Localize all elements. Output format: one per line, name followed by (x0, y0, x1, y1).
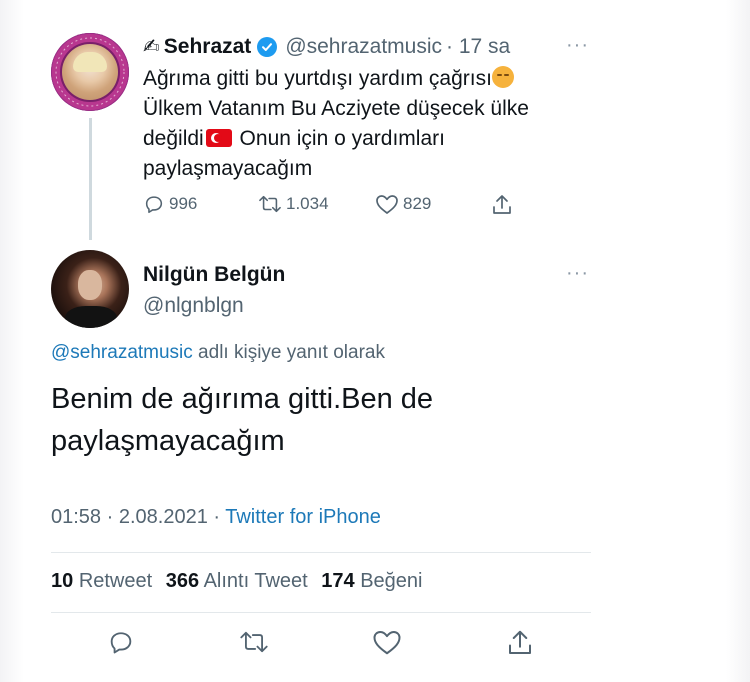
retweet-count: 1.034 (286, 194, 329, 213)
thread-connector-line (89, 118, 92, 240)
turkish-flag-icon (205, 129, 232, 147)
like-button[interactable] (372, 628, 402, 661)
retweet-icon (240, 631, 268, 653)
replying-to-link[interactable]: @sehrazatmusic (51, 342, 193, 363)
more-icon[interactable]: ··· (566, 34, 589, 57)
share-icon (509, 630, 531, 654)
likes-stat-label: Beğeni (360, 570, 423, 592)
reply-text-line1: Benim de ağırıma gitti.Ben de (51, 383, 434, 415)
face-emoji-icon (491, 66, 514, 88)
reply-button[interactable] (107, 628, 135, 661)
reply-text-line2: paylaşmayacağım (51, 425, 285, 457)
retweet-icon (259, 195, 281, 213)
parent-tweet-header: ✍ Sehrazat @sehrazatmusic · 17 sa (143, 34, 510, 59)
sehrazat-avatar[interactable] (51, 33, 129, 111)
parent-author-handle[interactable]: @sehrazatmusic (285, 35, 442, 59)
avatar-face (78, 270, 102, 300)
replying-to-line: @sehrazatmusic adlı kişiye yanıt olarak (51, 342, 385, 364)
meta-separator: · (101, 506, 119, 528)
reply-author-handle[interactable]: @nlgnblgn (143, 294, 244, 318)
nilgun-avatar[interactable] (51, 250, 129, 328)
parent-text-line4: paylaşmayacağım (143, 157, 313, 180)
retweets-stat[interactable]: 10 Retweet (51, 570, 152, 592)
writing-hand-icon: ✍ (143, 36, 160, 58)
parent-tweet-time[interactable]: · 17 sa (446, 35, 510, 59)
likes-stat-count: 174 (321, 570, 355, 592)
reply-author-name[interactable]: Nilgün Belgün (143, 263, 285, 287)
reply-button[interactable]: 996 (143, 193, 197, 215)
divider (51, 552, 591, 553)
share-icon (493, 195, 511, 214)
verified-badge-icon (257, 36, 278, 57)
tweet-meta: 01:58 · 2.08.2021 · Twitter for iPhone (51, 506, 381, 529)
tweet-date[interactable]: 2.08.2021 (119, 506, 208, 528)
retweets-stat-count: 10 (51, 570, 74, 592)
avatar-body (65, 306, 117, 328)
replying-to-label: adlı kişiye yanıt olarak (192, 342, 385, 363)
parent-text-line2: Ülkem Vatanım Bu Acziyete düşecek ülke (143, 97, 529, 120)
parent-text-line3b: Onun için o yardımları (233, 127, 445, 150)
divider (51, 612, 591, 613)
parent-text-line1: Ağrıma gitti bu yurtdışı yardım çağrısı (143, 67, 492, 90)
quotes-stat-label: Alıntı Tweet (203, 570, 308, 592)
tweet-screen: ✍ Sehrazat @sehrazatmusic · 17 sa ··· Ağ… (0, 0, 750, 682)
retweets-stat-label: Retweet (78, 570, 153, 592)
likes-stat[interactable]: 174 Beğeni (321, 570, 422, 592)
retweet-button[interactable] (239, 628, 269, 661)
meta-separator: · (207, 506, 226, 528)
like-icon (376, 195, 398, 214)
quotes-stat[interactable]: 366 Alıntı Tweet (166, 570, 308, 592)
parent-tweet-actions: 996 1.034 829 (143, 193, 523, 219)
reply-icon (145, 196, 163, 214)
reply-tweet-text: Benim de ağırıma gitti.Ben de paylaşmaya… (51, 378, 591, 462)
reply-icon (110, 632, 132, 654)
avatar-ring-decoration (52, 34, 128, 110)
like-button[interactable]: 829 (375, 193, 431, 215)
share-button[interactable] (506, 628, 534, 663)
like-count: 829 (403, 194, 432, 213)
like-icon (373, 631, 401, 655)
reply-tweet-actions (51, 628, 591, 662)
retweet-button[interactable]: 1.034 (258, 193, 329, 215)
tweet-source-link[interactable]: Twitter for iPhone (225, 506, 381, 528)
tweet-stats: 10 Retweet 366 Alıntı Tweet 174 Beğeni (51, 570, 423, 593)
share-button[interactable] (491, 193, 517, 217)
parent-text-line3a: değildi (143, 127, 204, 150)
tweet-time[interactable]: 01:58 (51, 506, 101, 528)
parent-author-name[interactable]: Sehrazat (164, 35, 252, 59)
parent-tweet-text: Ağrıma gitti bu yurtdışı yardım çağrısı … (143, 64, 603, 184)
reply-more-icon[interactable]: ··· (566, 262, 589, 285)
reply-count: 996 (169, 194, 198, 213)
quotes-stat-count: 366 (165, 570, 200, 592)
